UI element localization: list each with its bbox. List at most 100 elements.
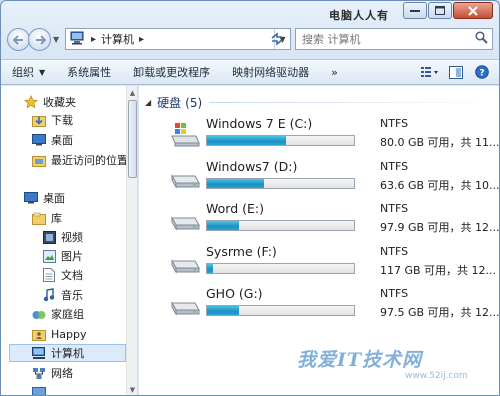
nav-item-label: Happy <box>51 327 87 341</box>
organize-label: 组织 <box>12 66 34 79</box>
address-bar[interactable]: ▸ 计算机 ▸ ▼ <box>65 28 291 50</box>
drive-usage-bar <box>206 178 355 189</box>
nav-item-label: 最近访问的位置 <box>51 154 128 167</box>
download-folder-icon <box>31 112 47 128</box>
toolbar-view-controls: ? <box>419 62 493 82</box>
nav-item-desktop-root[interactable]: 桌面 <box>23 189 65 207</box>
system-properties-button[interactable]: 系统属性 <box>56 61 122 83</box>
nav-item-downloads[interactable]: 下载 <box>31 111 73 129</box>
search-box[interactable] <box>295 28 493 50</box>
drive-name: Sysrme (F:) <box>206 244 277 259</box>
nav-item-computer[interactable]: 计算机 <box>9 344 126 362</box>
nav-item-label: 音乐 <box>61 289 83 302</box>
address-separator[interactable]: ▸ <box>139 34 144 45</box>
nav-item-label: 文档 <box>61 269 83 282</box>
breadcrumb-computer[interactable]: 计算机 <box>101 31 134 47</box>
drive-usage-bar <box>206 263 355 274</box>
nav-item-control-panel-partial[interactable] <box>31 384 51 395</box>
hard-drive-icon <box>169 291 201 319</box>
music-library-icon <box>41 287 57 303</box>
svg-text:?: ? <box>479 69 484 79</box>
search-icon[interactable] <box>475 31 488 47</box>
nav-pane-scrollbar[interactable]: ▲ ▼ <box>126 86 137 395</box>
change-view-button[interactable] <box>419 62 441 82</box>
nav-item-network[interactable]: 网络 <box>31 364 73 382</box>
user-folder-icon <box>31 326 47 342</box>
recent-pages-dropdown[interactable]: ▼ <box>53 35 59 44</box>
back-arrow-icon <box>12 34 23 45</box>
group-title: 硬盘 <box>157 96 182 110</box>
drive-usage-bar <box>206 305 355 316</box>
map-network-drive-label: 映射网络驱动器 <box>232 66 310 79</box>
nav-item-recent-places[interactable]: 最近访问的位置 <box>31 151 128 169</box>
organize-menu[interactable]: 组织 ▼ <box>1 61 56 83</box>
forward-button[interactable] <box>28 28 51 51</box>
scrollbar-thumb[interactable] <box>128 100 137 178</box>
back-button[interactable] <box>7 28 30 51</box>
scroll-up-arrow-icon[interactable]: ▲ <box>127 87 137 99</box>
drive-free-space: 97.5 GB 可用，共 12... <box>380 306 500 319</box>
nav-item-libraries[interactable]: 库 <box>31 209 62 227</box>
drive-usage-fill <box>207 264 213 273</box>
watermark-title: 电脑人人有 <box>329 9 389 22</box>
nav-item-videos[interactable]: 视频 <box>41 228 83 246</box>
nav-item-music[interactable]: 音乐 <box>41 286 83 304</box>
close-button[interactable] <box>453 2 493 19</box>
help-button[interactable]: ? <box>471 62 493 82</box>
forward-arrow-icon <box>35 34 46 45</box>
drive-tile[interactable]: Windows7 (D:) NTFS 63.6 GB 可用，共 10... <box>169 158 499 200</box>
address-row: ▼ ▸ 计算机 ▸ ▼ <box>7 27 493 53</box>
maximize-button[interactable] <box>428 2 452 19</box>
nav-item-label: 下载 <box>51 114 73 127</box>
drive-tile[interactable]: GHO (G:) NTFS 97.5 GB 可用，共 12... <box>169 285 500 327</box>
nav-item-documents[interactable]: 文档 <box>41 266 83 284</box>
refresh-button[interactable] <box>265 29 289 49</box>
scroll-down-arrow-icon[interactable]: ▼ <box>127 384 137 395</box>
toolbar-overflow-button[interactable]: » <box>320 61 349 83</box>
drive-usage-fill <box>207 136 287 145</box>
address-separator[interactable]: ▸ <box>91 34 96 45</box>
pictures-library-icon <box>41 248 57 264</box>
drive-tile[interactable]: Windows 7 E (C:) NTFS 80.0 GB 可用，共 11... <box>169 115 499 157</box>
search-input[interactable] <box>302 32 472 46</box>
hard-drive-icon <box>169 249 201 277</box>
map-network-drive-button[interactable]: 映射网络驱动器 <box>221 61 320 83</box>
nav-item-favorites[interactable]: 收藏夹 <box>23 93 76 111</box>
drive-name: Windows7 (D:) <box>206 159 298 174</box>
nav-item-label: 网络 <box>51 367 73 380</box>
computer-icon <box>70 31 86 48</box>
minimize-icon <box>410 9 420 12</box>
overflow-label: » <box>331 65 338 79</box>
drive-name: Word (E:) <box>206 201 264 216</box>
nav-item-happy[interactable]: Happy <box>31 325 87 343</box>
uninstall-program-button[interactable]: 卸载或更改程序 <box>122 61 221 83</box>
drive-filesystem: NTFS <box>380 287 409 300</box>
nav-item-label: 收藏夹 <box>43 96 76 109</box>
preview-pane-button[interactable] <box>445 62 467 82</box>
control-panel-icon <box>31 385 47 395</box>
nav-item-homegroup[interactable]: 家庭组 <box>31 305 84 323</box>
libraries-icon <box>31 210 47 226</box>
star-icon <box>23 94 39 110</box>
nav-item-desktop[interactable]: 桌面 <box>31 131 73 149</box>
minimize-button[interactable] <box>403 2 427 19</box>
homegroup-icon <box>31 306 47 322</box>
drive-usage-bar <box>206 135 355 146</box>
hard-disks-group-header[interactable]: ◢ 硬盘 (5) <box>145 94 202 111</box>
nav-item-label: 库 <box>51 212 62 225</box>
collapse-triangle-icon[interactable]: ◢ <box>145 98 151 107</box>
recent-places-icon <box>31 152 47 168</box>
drive-usage-fill <box>207 306 240 315</box>
drive-tile[interactable]: Sysrme (F:) NTFS 117 GB 可用，共 12... <box>169 243 499 285</box>
system-properties-label: 系统属性 <box>67 66 112 79</box>
computer-icon <box>31 345 47 361</box>
command-bar: 组织 ▼ 系统属性 卸载或更改程序 映射网络驱动器 » ? <box>1 59 499 85</box>
nav-item-label: 家庭组 <box>51 308 84 321</box>
watermark-url: www.52ij.com <box>405 371 468 381</box>
nav-item-pictures[interactable]: 图片 <box>41 247 83 265</box>
uninstall-program-label: 卸载或更改程序 <box>133 66 211 79</box>
system-drive-icon <box>169 121 201 149</box>
drive-filesystem: NTFS <box>380 202 409 215</box>
group-count: (5) <box>185 95 203 110</box>
drive-tile[interactable]: Word (E:) NTFS 97.9 GB 可用，共 12... <box>169 200 499 242</box>
